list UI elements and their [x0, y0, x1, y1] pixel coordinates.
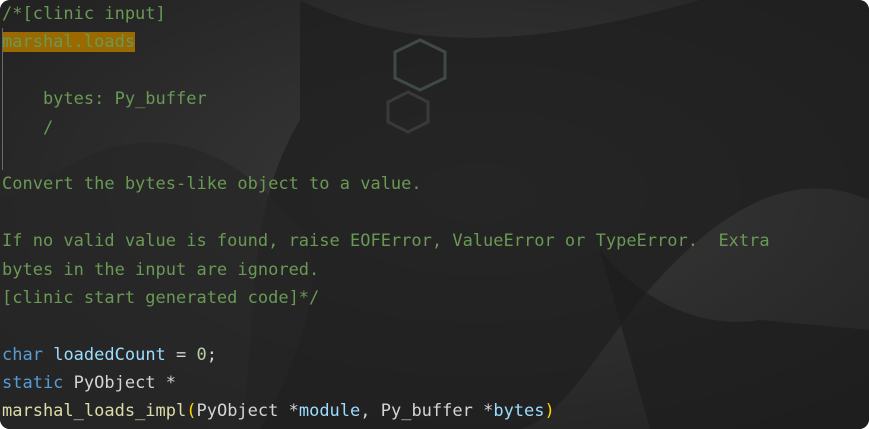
code-token: / — [2, 117, 54, 138]
code-line[interactable]: If no valid value is found, raise EOFErr… — [0, 227, 869, 255]
indent-guide — [2, 113, 3, 142]
code-line[interactable]: / — [0, 113, 869, 142]
code-token: marshal.loads — [2, 32, 136, 53]
code-token: module — [298, 401, 361, 422]
code-line[interactable]: char loadedCount = 0; — [0, 341, 869, 369]
code-token: If no valid value is found, raise EOFErr… — [2, 231, 770, 252]
code-token: loadedCount — [53, 344, 166, 365]
code-line[interactable]: Convert the bytes-like object to a value… — [0, 170, 869, 198]
code-line[interactable]: bytes in the input are ignored. — [0, 256, 869, 284]
code-line[interactable]: [clinic start generated code]*/ — [0, 284, 869, 312]
code-token: /*[clinic input] — [2, 4, 166, 24]
code-token: char — [2, 344, 43, 365]
code-editor[interactable]: /*[clinic input] marshal.loads bytes: Py_… — [0, 0, 869, 429]
code-token: bytes: Py_buffer — [2, 89, 207, 110]
code-line[interactable]: static PyObject * — [0, 369, 869, 397]
code-token: marshal_loads_impl — [2, 401, 187, 422]
code-area[interactable]: /*[clinic input] marshal.loads bytes: Py_… — [0, 0, 869, 426]
code-line[interactable] — [0, 56, 869, 86]
code-token: ( — [186, 401, 197, 422]
code-token: bytes in the input are ignored. — [2, 259, 320, 280]
code-token: 0 — [196, 344, 207, 365]
code-token: [clinic start generated code]*/ — [2, 287, 320, 308]
code-token: bytes — [493, 401, 545, 422]
code-line[interactable]: marshal.loads — [0, 28, 869, 57]
indent-guide — [2, 28, 3, 57]
code-line[interactable] — [0, 312, 869, 340]
code-line[interactable] — [0, 141, 869, 171]
code-token: PyObject * — [63, 373, 177, 394]
indent-guide — [2, 85, 3, 114]
code-token: , Py_buffer * — [360, 401, 494, 422]
code-line[interactable]: /*[clinic input] — [0, 0, 869, 28]
code-line[interactable] — [0, 199, 869, 227]
code-token: = — [165, 344, 197, 365]
code-token: Convert the bytes-like object to a value… — [2, 174, 422, 195]
code-token: PyObject * — [196, 401, 299, 422]
code-line[interactable]: marshal_loads_impl(PyObject *module, Py_… — [0, 397, 869, 425]
code-line[interactable]: bytes: Py_buffer — [0, 85, 869, 114]
code-token: ; — [206, 344, 218, 365]
code-token: static — [2, 373, 64, 394]
indent-guide — [2, 141, 3, 171]
code-token: ) — [544, 401, 555, 422]
indent-guide — [2, 56, 3, 86]
